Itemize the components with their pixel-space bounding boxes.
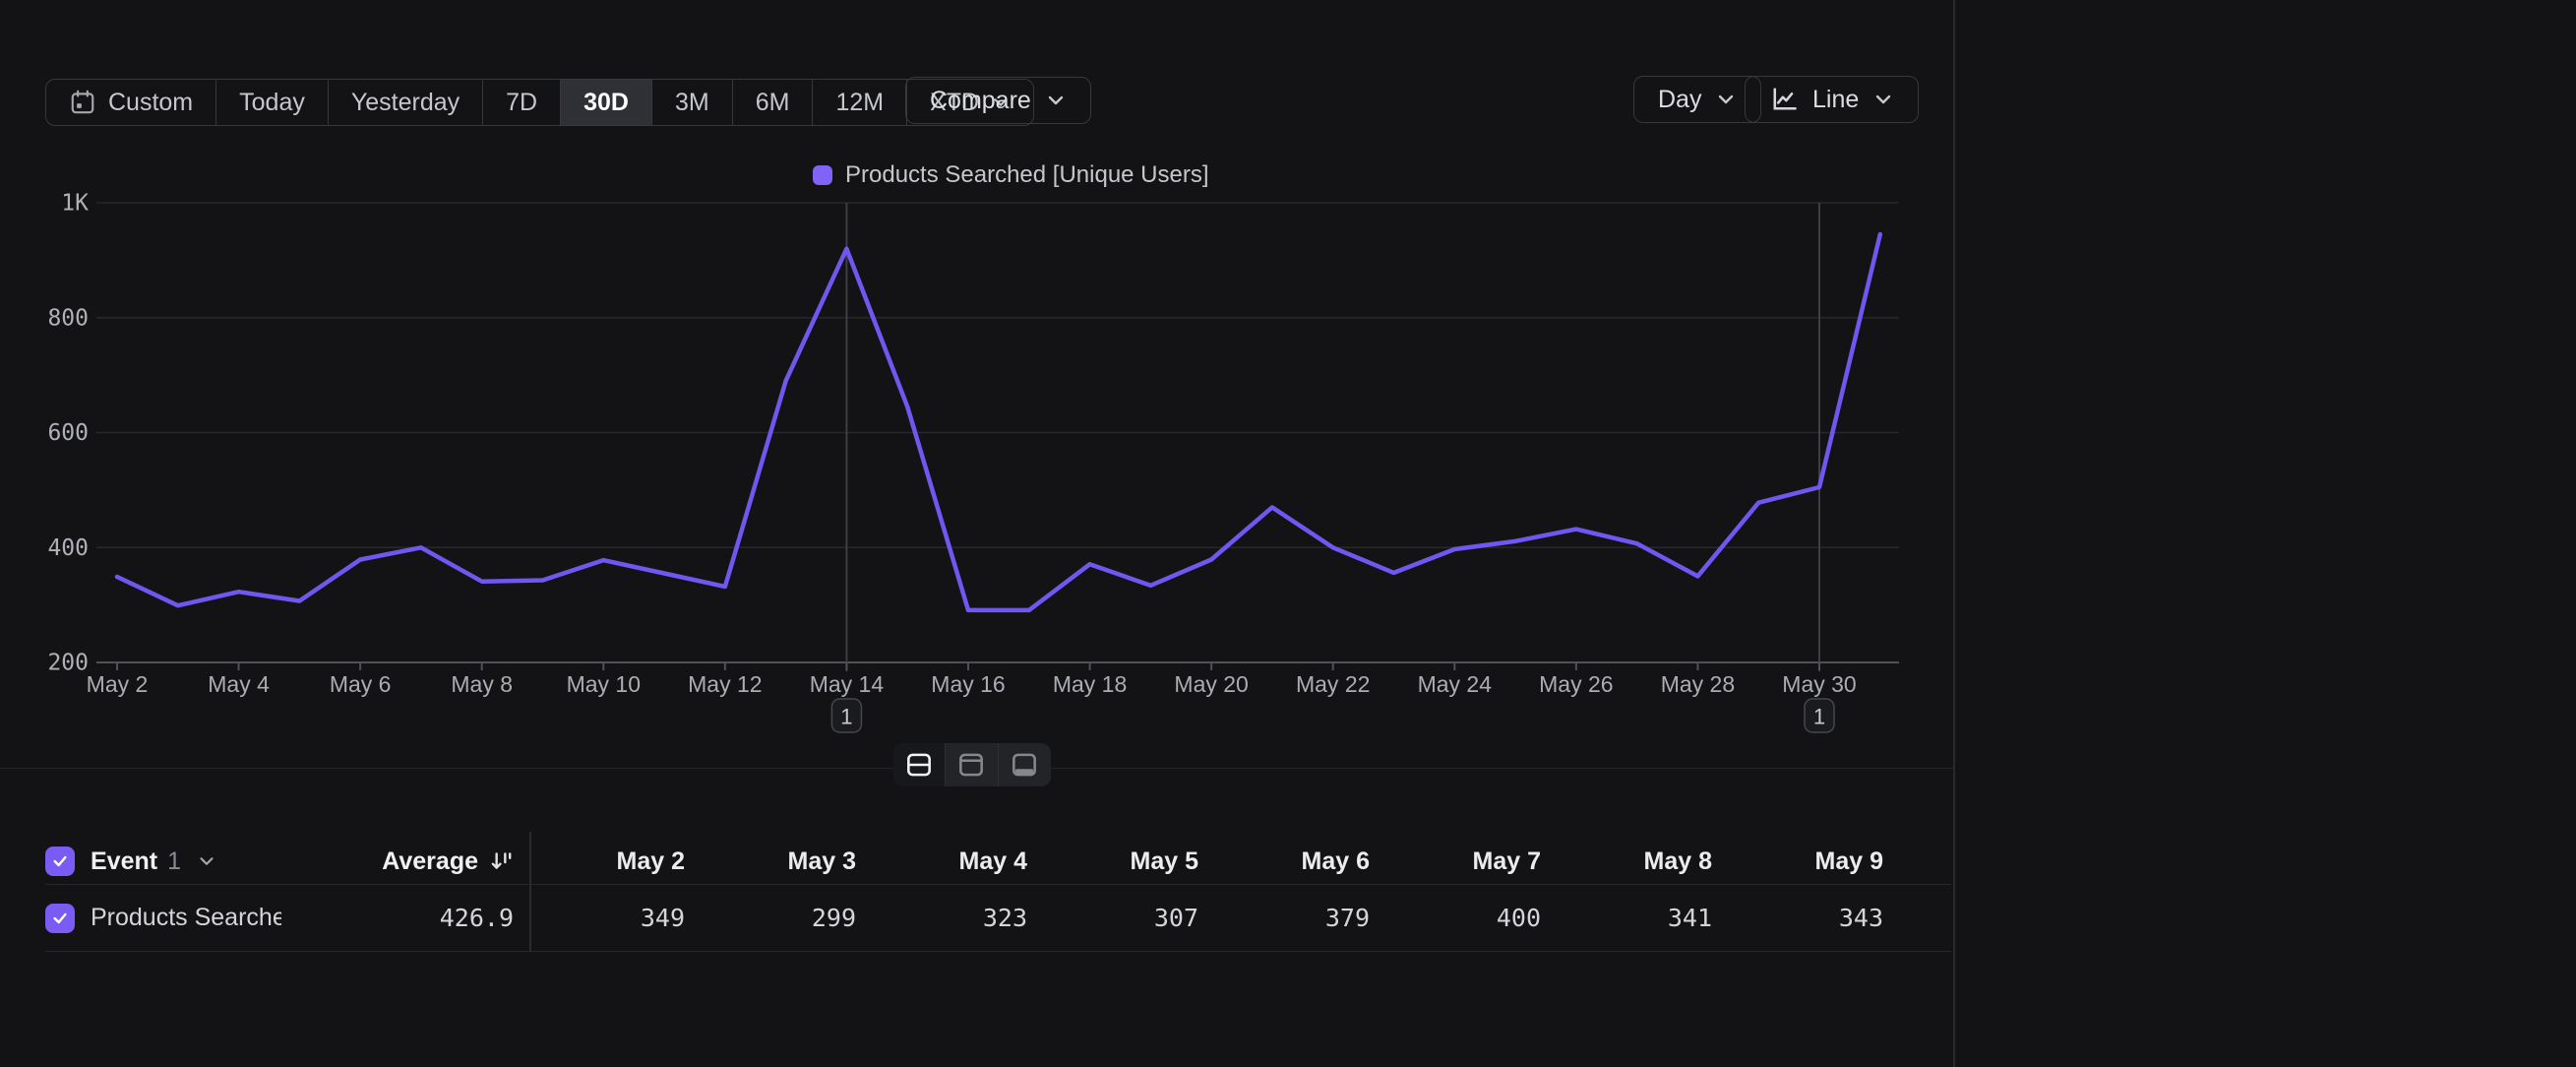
cell-value: 323 bbox=[856, 904, 1027, 932]
range-3m[interactable]: 3M bbox=[652, 80, 733, 125]
cell-value: 341 bbox=[1541, 904, 1712, 932]
x-axis-tick-label: May 16 bbox=[931, 671, 1005, 697]
range-30d[interactable]: 30D bbox=[561, 80, 652, 125]
y-axis-tick-label: 800 bbox=[47, 305, 89, 331]
legend-swatch bbox=[813, 165, 832, 185]
y-axis-tick-label: 600 bbox=[47, 420, 89, 446]
granularity-label: Day bbox=[1658, 86, 1701, 114]
chevron-down-icon bbox=[1045, 90, 1067, 111]
table-header-row: Event 1 Average May 2May 3May 4May 5May … bbox=[45, 839, 1889, 884]
cell-value: 349 bbox=[514, 904, 685, 932]
x-axis-tick-label: May 2 bbox=[87, 671, 149, 697]
column-header[interactable]: May 7 bbox=[1370, 847, 1541, 876]
x-axis-tick-label: May 8 bbox=[451, 671, 513, 697]
query-sidebar: Query Chart Metrics + A bbox=[1955, 0, 2576, 1067]
column-header[interactable]: May 6 bbox=[1198, 847, 1370, 876]
average-header-label: Average bbox=[382, 847, 478, 876]
calendar-icon bbox=[69, 89, 96, 116]
x-axis-tick-label: May 18 bbox=[1053, 671, 1127, 697]
x-axis-tick-label: May 30 bbox=[1782, 671, 1856, 697]
column-header[interactable]: May 8 bbox=[1541, 847, 1712, 876]
x-axis-tick-label: May 14 bbox=[810, 671, 885, 697]
chart-legend[interactable]: Products Searched [Unique Users] bbox=[813, 161, 1209, 189]
row-checkbox[interactable] bbox=[45, 904, 75, 933]
check-icon bbox=[50, 909, 70, 928]
layout-top-icon bbox=[955, 749, 987, 781]
range-yesterday[interactable]: Yesterday bbox=[329, 80, 483, 125]
y-axis-tick-label: 400 bbox=[47, 535, 89, 561]
chart-type-label: Line bbox=[1812, 86, 1859, 114]
chevron-down-icon[interactable] bbox=[197, 851, 216, 871]
x-axis-tick-label: May 10 bbox=[567, 671, 641, 697]
cell-value: 299 bbox=[685, 904, 856, 932]
range-6m[interactable]: 6M bbox=[733, 80, 814, 125]
legend-label: Products Searched [Unique Users] bbox=[845, 161, 1209, 189]
cell-value: 307 bbox=[1027, 904, 1198, 932]
layout-chart-only-button[interactable] bbox=[946, 743, 998, 786]
table-row-values: 349299323307379400341343 bbox=[514, 904, 1883, 932]
column-header[interactable]: May 3 bbox=[685, 847, 856, 876]
chevron-down-icon bbox=[1715, 89, 1737, 110]
annotation-badge-label: 1 bbox=[840, 705, 852, 729]
check-icon bbox=[50, 851, 70, 871]
table-row: Products Searched [Un... 426.9 349299323… bbox=[45, 885, 1889, 951]
cell-value: 379 bbox=[1198, 904, 1370, 932]
x-axis-tick-label: May 22 bbox=[1296, 671, 1370, 697]
x-axis-tick-label: May 24 bbox=[1418, 671, 1493, 697]
layout-bottom-icon bbox=[1009, 749, 1040, 781]
sort-icon[interactable] bbox=[488, 848, 514, 874]
table-date-headers: May 2May 3May 4May 5May 6May 7May 8May 9 bbox=[514, 847, 1883, 876]
x-axis-tick-label: May 20 bbox=[1174, 671, 1248, 697]
range-7d[interactable]: 7D bbox=[483, 80, 561, 125]
x-axis-tick-label: May 28 bbox=[1661, 671, 1735, 697]
date-range-group: CustomTodayYesterday7D30D3M6M12MXTD bbox=[45, 79, 1034, 126]
app-root: 1K80060040020011May 2May 4May 6May 8May … bbox=[0, 0, 2576, 1067]
event-header-label[interactable]: Event bbox=[91, 847, 157, 876]
table-bottom-divider bbox=[45, 951, 1951, 952]
annotation-badge-label: 1 bbox=[1813, 705, 1825, 729]
range-12m[interactable]: 12M bbox=[813, 80, 907, 125]
layout-table-only-button[interactable] bbox=[999, 743, 1051, 786]
cell-value: 343 bbox=[1712, 904, 1883, 932]
compare-label: Compare bbox=[930, 87, 1031, 115]
column-header[interactable]: May 9 bbox=[1712, 847, 1883, 876]
layout-split-button[interactable] bbox=[893, 743, 946, 786]
granularity-button[interactable]: Day bbox=[1633, 76, 1761, 123]
event-count: 1 bbox=[167, 847, 181, 876]
row-average-value: 426.9 bbox=[440, 904, 514, 932]
y-axis-tick-label: 200 bbox=[47, 651, 89, 676]
column-header[interactable]: May 4 bbox=[856, 847, 1027, 876]
chart-type-button[interactable]: Line bbox=[1745, 76, 1919, 123]
x-axis-tick-label: May 6 bbox=[330, 671, 392, 697]
main-panel: 1K80060040020011May 2May 4May 6May 8May … bbox=[0, 0, 1954, 1067]
x-axis-tick-label: May 12 bbox=[688, 671, 762, 697]
line-chart-icon bbox=[1769, 85, 1799, 114]
column-header[interactable]: May 2 bbox=[514, 847, 685, 876]
compare-button[interactable]: Compare bbox=[905, 77, 1091, 124]
select-all-checkbox[interactable] bbox=[45, 847, 75, 876]
layout-toggle-group bbox=[893, 743, 1051, 786]
range-today[interactable]: Today bbox=[216, 80, 329, 125]
range-custom[interactable]: Custom bbox=[46, 80, 216, 125]
cell-value: 400 bbox=[1370, 904, 1541, 932]
x-axis-tick-label: May 4 bbox=[208, 671, 270, 697]
chevron-down-icon bbox=[1872, 89, 1894, 110]
row-event-name: Products Searched [Un... bbox=[91, 904, 281, 932]
layout-split-icon bbox=[903, 749, 935, 781]
column-header[interactable]: May 5 bbox=[1027, 847, 1198, 876]
y-axis-tick-label: 1K bbox=[61, 191, 89, 217]
x-axis-tick-label: May 26 bbox=[1539, 671, 1613, 697]
series-line bbox=[117, 234, 1880, 610]
